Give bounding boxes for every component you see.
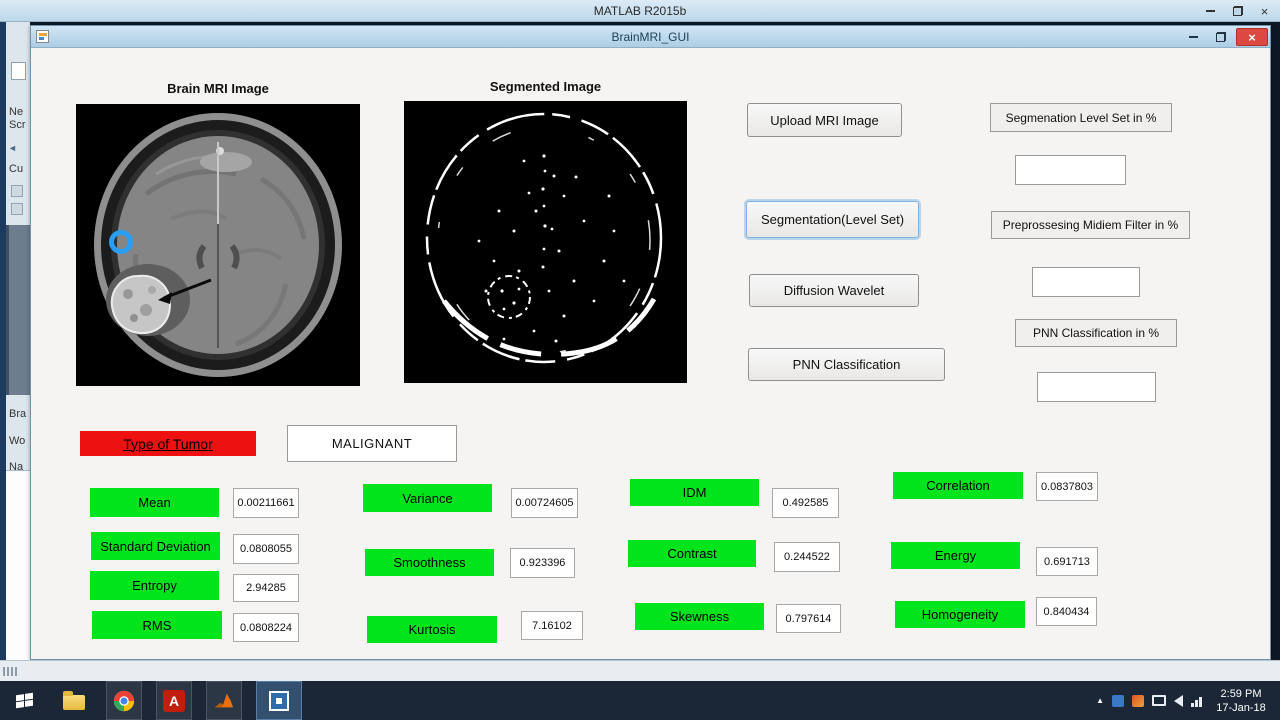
pnn-percent-label: PNN Classification in %	[1015, 319, 1177, 347]
gui-minimize-button[interactable]	[1180, 28, 1206, 46]
taskbar-clock[interactable]: 2:59 PM 17-Jan-18	[1210, 687, 1272, 715]
matlab-window-title: MATLAB R2015b	[593, 3, 687, 18]
gui-restore-button[interactable]	[1208, 28, 1234, 46]
feature-label-kurtosis: Kurtosis	[367, 616, 497, 643]
matlab-icon	[214, 693, 234, 707]
feature-value-idm: 0.492585	[772, 488, 839, 518]
feature-value-smoothness: 0.923396	[510, 548, 575, 578]
pnn-percent-field[interactable]	[1037, 372, 1156, 402]
current-folder-label-fragment: Cu	[9, 163, 24, 175]
feature-value-correlation: 0.0837803	[1036, 472, 1098, 501]
feature-value-mean: 0.00211661	[233, 488, 299, 518]
matlab-close-button[interactable]: ×	[1251, 1, 1278, 21]
screen: MATLAB R2015b × Ne Scr ◄ Cu Bra Wo Na Br…	[0, 0, 1280, 720]
upload-mri-button[interactable]: Upload MRI Image	[747, 103, 902, 137]
mri-image-title: Brain MRI Image	[167, 81, 269, 96]
chrome-icon	[113, 690, 135, 711]
minimize-icon	[1188, 36, 1198, 38]
segmented-image	[404, 101, 687, 383]
feature-label-entropy: Entropy	[90, 571, 219, 600]
figure-icon	[36, 30, 49, 43]
tray-app-color-icon[interactable]	[1132, 694, 1144, 707]
feature-label-smoothness: Smoothness	[365, 549, 494, 576]
taskbar: A ▲ 2:59 PM 17-Jan-18	[0, 681, 1280, 720]
windows-logo-icon	[15, 692, 33, 709]
clock-date: 17-Jan-18	[1216, 701, 1266, 714]
mri-image-graphic	[76, 104, 360, 386]
matlab-restore-button[interactable]	[1224, 1, 1251, 21]
new-script-label-fragment2[interactable]: Scr	[9, 119, 26, 131]
segmentation-percent-label: Segmenation Level Set in %	[990, 103, 1172, 132]
preprocessing-percent-label: Preprossesing Midiem Filter in %	[991, 211, 1190, 239]
feature-label-correlation: Correlation	[893, 472, 1023, 499]
preprocessing-percent-field[interactable]	[1032, 267, 1140, 297]
show-hidden-icons-icon[interactable]: ▲	[1096, 696, 1104, 705]
diffusion-wavelet-button[interactable]: Diffusion Wavelet	[749, 274, 919, 307]
chrome-button[interactable]	[106, 681, 142, 720]
feature-label-variance: Variance	[363, 484, 492, 512]
feature-label-energy: Energy	[891, 542, 1020, 569]
feature-value-entropy: 2.94285	[233, 574, 299, 602]
restore-icon	[1216, 32, 1226, 42]
tray-display-icon[interactable]	[1152, 695, 1166, 706]
feature-label-homogeneity: Homogeneity	[895, 601, 1025, 628]
matlab-minimize-button[interactable]	[1197, 1, 1224, 21]
folder-icon	[63, 691, 85, 710]
start-button[interactable]	[6, 681, 42, 720]
folder-toolbar-icon[interactable]	[11, 185, 23, 197]
workspace-label-fragment: Wo	[9, 435, 26, 447]
folder-toolbar-icon2[interactable]	[11, 203, 23, 215]
collapse-arrow-icon[interactable]: ◄	[8, 143, 17, 153]
tray-app-blue-icon[interactable]	[1112, 694, 1124, 707]
feature-value-skewness: 0.797614	[776, 604, 841, 633]
gui-titlebar[interactable]: BrainMRI_GUI ×	[31, 26, 1270, 48]
acrobat-icon: A	[163, 689, 185, 712]
segmented-image-graphic	[404, 101, 687, 383]
matlab-button[interactable]	[206, 681, 242, 720]
feature-value-kurtosis: 7.16102	[521, 611, 583, 640]
feature-label-mean: Mean	[90, 488, 219, 517]
segmentation-percent-field[interactable]	[1015, 155, 1126, 185]
workspace-panel-fragment	[6, 470, 30, 660]
feature-value-variance: 0.00724605	[511, 488, 578, 518]
system-tray: ▲ 2:59 PM 17-Jan-18	[1096, 681, 1280, 720]
restore-icon	[1232, 6, 1243, 16]
matlab-status-strip	[0, 660, 1280, 681]
segmented-image-title: Segmented Image	[489, 79, 602, 94]
tray-volume-icon[interactable]	[1174, 694, 1183, 707]
ide-panel-edge	[6, 225, 30, 395]
tumor-result-box: MALIGNANT	[287, 425, 457, 462]
new-script-label-fragment[interactable]: Ne	[9, 106, 23, 118]
screen-capture-button[interactable]	[256, 681, 302, 720]
resize-grip[interactable]	[3, 667, 17, 676]
feature-label-idm: IDM	[630, 479, 759, 506]
mri-image	[76, 104, 360, 386]
clock-time: 2:59 PM	[1220, 687, 1262, 700]
gui-window-title: BrainMRI_GUI	[611, 29, 690, 44]
pnn-classification-button[interactable]: PNN Classification	[748, 348, 945, 381]
gui-content: Brain MRI Image Segmented Image Upload M…	[31, 48, 1270, 659]
feature-label-std: Standard Deviation	[91, 532, 220, 560]
feature-value-homogeneity: 0.840434	[1036, 597, 1097, 626]
feature-value-std: 0.0808055	[233, 534, 299, 564]
minimize-icon	[1206, 10, 1215, 12]
type-of-tumor-label: Type of Tumor	[80, 431, 256, 456]
feature-label-skewness: Skewness	[635, 603, 764, 630]
gui-close-button[interactable]: ×	[1236, 28, 1268, 46]
feature-label-contrast: Contrast	[628, 540, 756, 567]
new-script-icon[interactable]	[11, 62, 26, 80]
acrobat-button[interactable]: A	[156, 681, 192, 720]
address-label-fragment: Bra	[9, 408, 27, 420]
screen-capture-icon	[269, 690, 289, 711]
feature-value-energy: 0.691713	[1036, 547, 1098, 576]
tray-network-icon[interactable]	[1191, 695, 1202, 707]
matlab-window-titlebar: MATLAB R2015b ×	[0, 0, 1280, 22]
feature-label-rms: RMS	[92, 611, 222, 639]
feature-value-rms: 0.0808224	[233, 613, 299, 642]
matlab-ide-strip: Ne Scr ◄ Cu Bra Wo Na	[6, 22, 30, 660]
feature-value-contrast: 0.244522	[774, 542, 840, 572]
segmentation-button[interactable]: Segmentation(Level Set)	[746, 201, 919, 238]
file-explorer-button[interactable]	[56, 681, 92, 720]
brainmri-gui-window: BrainMRI_GUI × Brain MRI Image Segmented…	[30, 25, 1271, 660]
